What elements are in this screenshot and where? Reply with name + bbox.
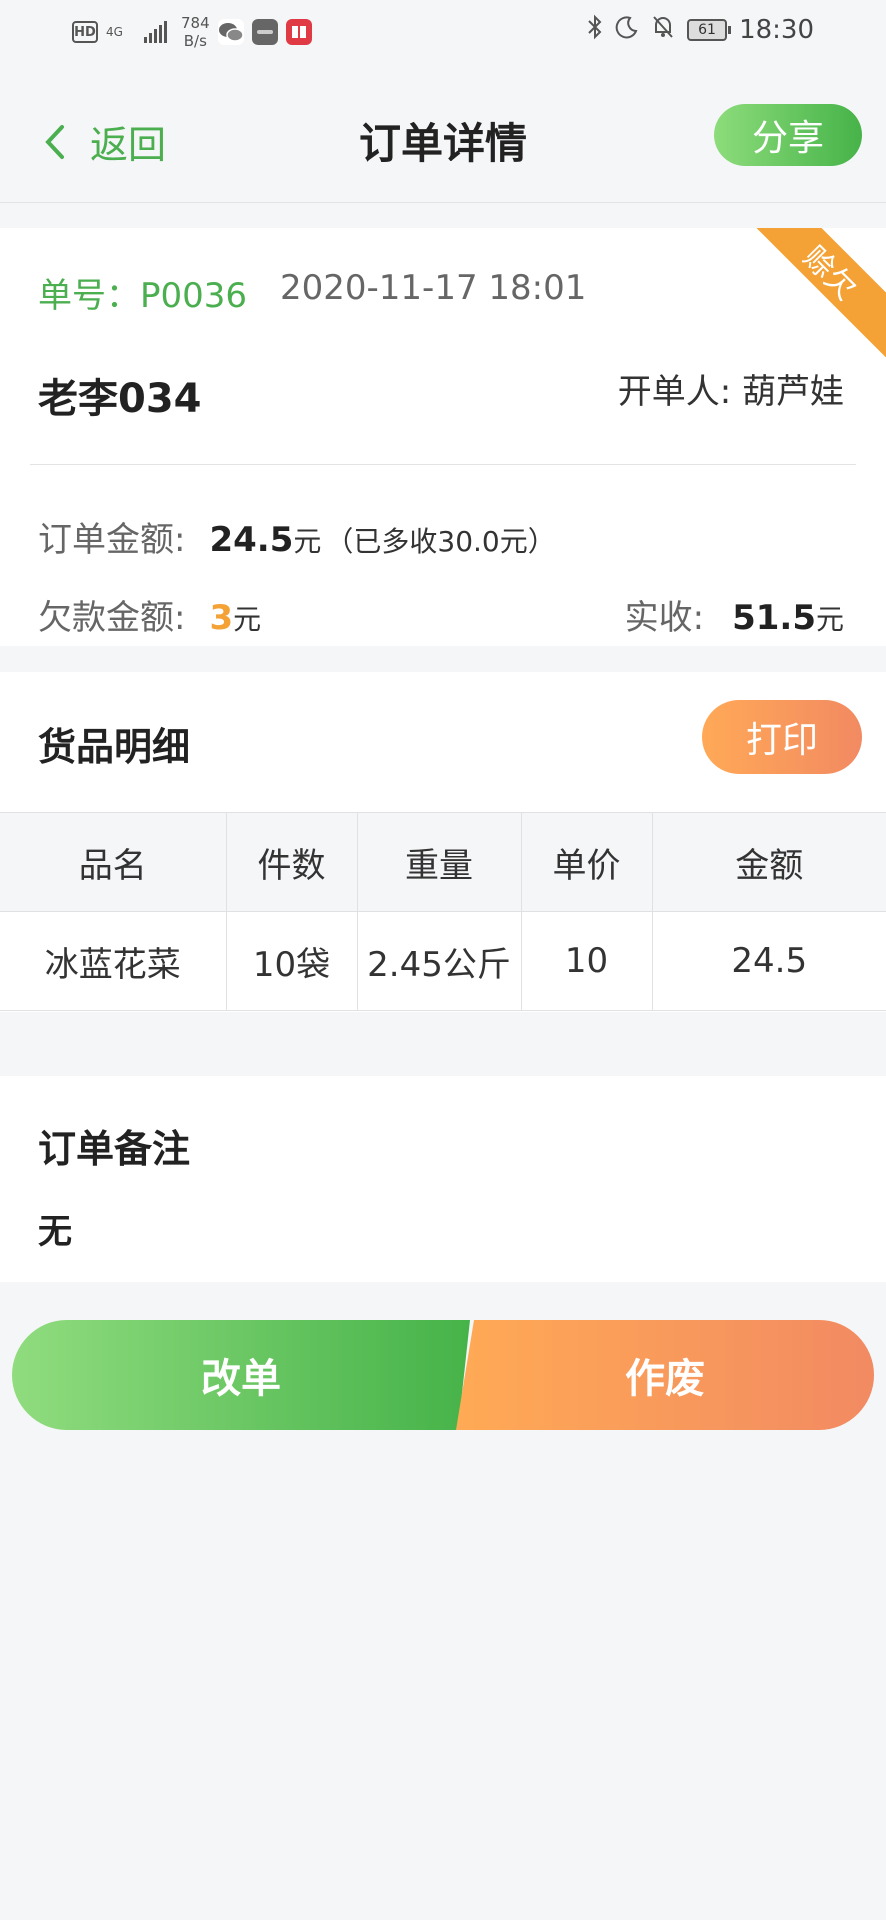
print-button[interactable]: 打印: [702, 700, 862, 774]
debt-amount-value: 3: [209, 598, 234, 638]
void-order-button[interactable]: 作废: [456, 1320, 874, 1430]
received-value: 51.5: [732, 598, 816, 638]
network-speed: 784 B/s: [181, 14, 210, 50]
column-header-amount: 金额: [651, 812, 886, 912]
goods-table-header: 品名 件数 重量 单价 金额: [0, 812, 886, 912]
goods-details-card: 货品明细 打印 品名 件数 重量 单价 金额 冰蓝花菜 10袋 2.45公斤 1…: [0, 672, 886, 1012]
status-bar: HD 4G 784 B/s 61 18:30: [0, 0, 886, 66]
wechat-icon: [217, 19, 244, 45]
app-header: 返回 订单详情 分享: [0, 66, 886, 203]
received-unit: 元: [815, 603, 844, 636]
mute-bell-icon: [651, 14, 675, 46]
order-remarks-card: 订单备注 无: [0, 1076, 886, 1282]
signal-icon: [144, 21, 167, 43]
debt-amount-row: 欠款金额: 3 元: [38, 590, 261, 639]
table-row: 冰蓝花菜 10袋 2.45公斤 10 24.5: [0, 911, 886, 1011]
customer-name: 老李034: [38, 376, 202, 422]
order-amount-row: 订单金额: 24.5 元 （已多收30.0元）: [38, 512, 556, 561]
cell-name: 冰蓝花菜: [0, 911, 227, 1011]
cell-amount: 24.5: [651, 911, 886, 1011]
order-datetime: 2020-11-17 18:01: [280, 268, 587, 308]
cell-weight: 2.45公斤: [356, 911, 522, 1011]
order-amount-unit: 元: [293, 525, 322, 558]
network-type: 4G: [106, 25, 123, 39]
status-right: 61 18:30: [587, 14, 814, 46]
status-left: HD 4G 784 B/s: [72, 14, 312, 50]
order-info-card: 赊欠 单号：P0036 2020-11-17 18:01 老李034 开单人: …: [0, 228, 886, 646]
column-header-count: 件数: [225, 812, 358, 912]
credit-ribbon: 赊欠: [737, 228, 886, 366]
bluetooth-icon: [587, 14, 603, 46]
column-header-weight: 重量: [356, 812, 522, 912]
goods-details-title: 货品明细: [38, 725, 191, 769]
speed-unit: B/s: [183, 32, 207, 50]
remarks-text: 无: [38, 1212, 72, 1252]
goods-table: 品名 件数 重量 单价 金额 冰蓝花菜 10袋 2.45公斤 10 24.5: [0, 812, 886, 1011]
book-app-icon: [285, 19, 312, 45]
moon-icon: [615, 15, 639, 45]
divider: [30, 464, 856, 465]
column-header-price: 单价: [520, 812, 653, 912]
order-amount-label: 订单金额:: [38, 520, 186, 560]
order-opener: 开单人: 葫芦娃: [617, 372, 844, 412]
order-number: 单号：P0036: [38, 276, 248, 316]
cell-count: 10袋: [225, 911, 358, 1011]
overpaid-note: （已多收30.0元）: [325, 525, 556, 558]
column-header-name: 品名: [0, 812, 227, 912]
order-amount-value: 24.5: [209, 520, 294, 560]
speed-value: 784: [181, 14, 210, 32]
debt-amount-label: 欠款金额:: [38, 598, 186, 638]
debt-amount-unit: 元: [233, 603, 262, 636]
share-button[interactable]: 分享: [714, 104, 862, 166]
huawei-app-icon: [251, 19, 278, 45]
clock: 18:30: [739, 15, 814, 45]
hd-icon: HD: [72, 21, 98, 43]
cell-price: 10: [520, 911, 653, 1011]
remarks-title: 订单备注: [38, 1127, 191, 1171]
received-label: 实收:: [624, 598, 705, 638]
battery-icon: 61: [687, 19, 732, 41]
edit-order-button[interactable]: 改单: [12, 1320, 470, 1430]
received-amount-row: 实收: 51.5 元: [625, 590, 844, 639]
